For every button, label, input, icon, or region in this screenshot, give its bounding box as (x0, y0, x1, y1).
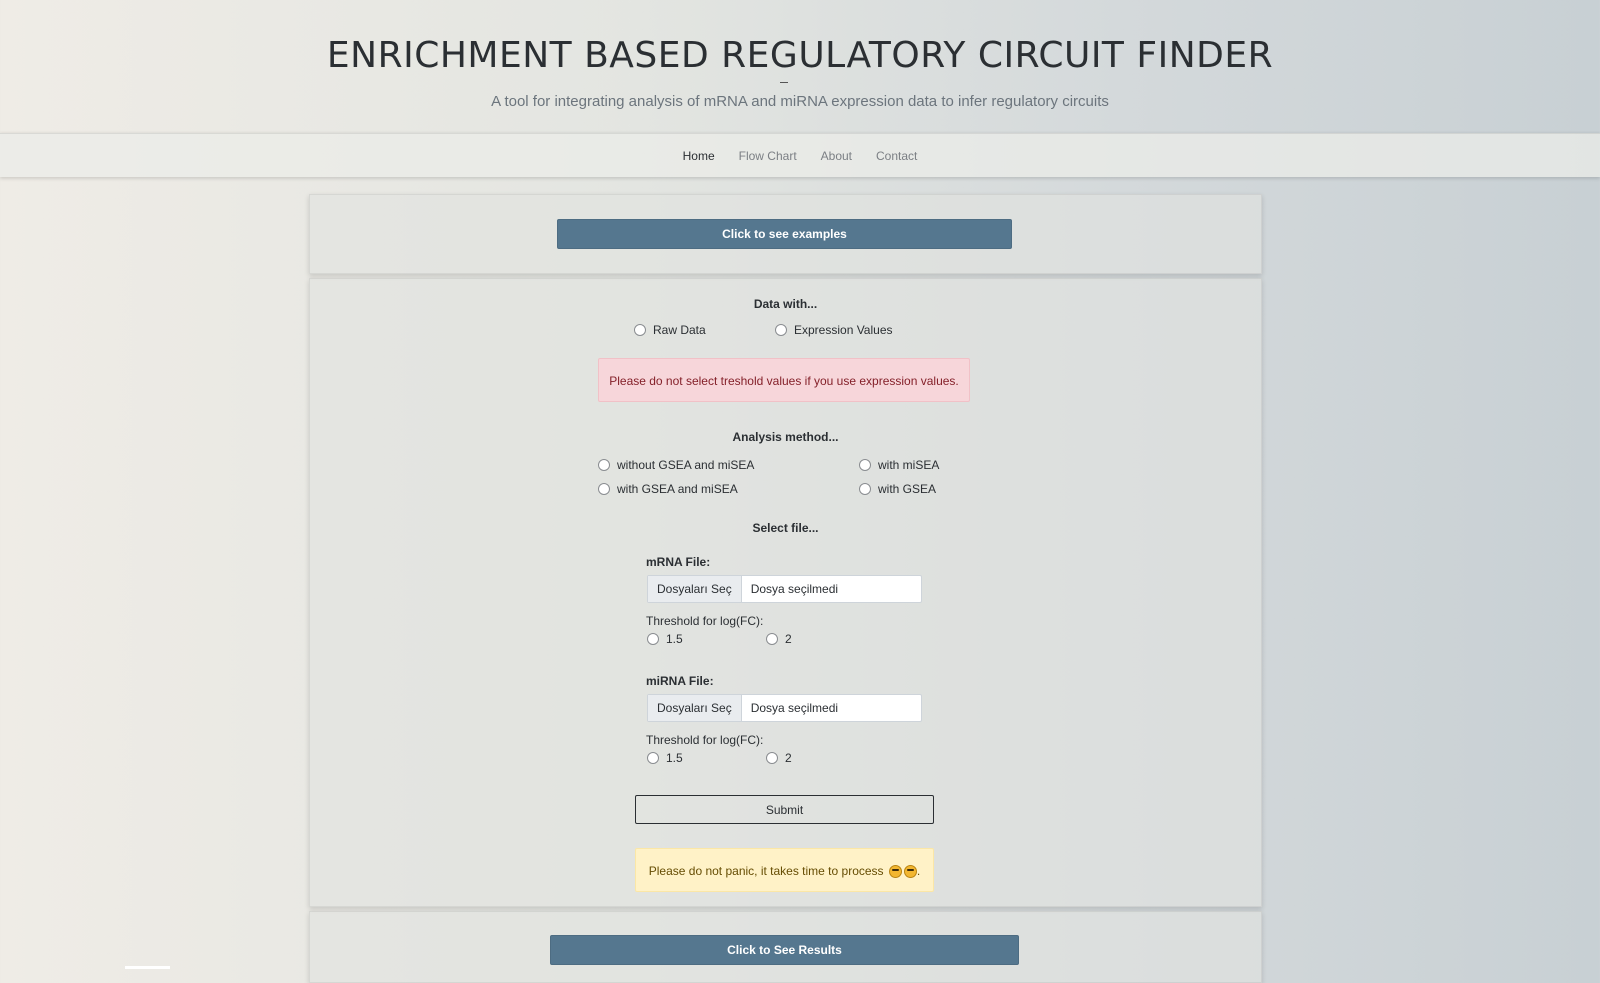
with-gsea-radio[interactable]: with GSEA (859, 482, 936, 496)
without-gsea-misea-radio[interactable]: without GSEA and miSEA (598, 458, 754, 472)
mrna-file-input[interactable]: Dosyaları Seç Dosya seçilmedi (647, 575, 922, 603)
mrna-choose-files-button[interactable]: Dosyaları Seç (648, 576, 742, 602)
radio-circle-icon (766, 752, 778, 764)
mirna-choose-files-button[interactable]: Dosyaları Seç (648, 695, 742, 721)
with-gsea-misea-label: with GSEA and miSEA (617, 482, 738, 496)
mrna-file-status: Dosya seçilmedi (750, 582, 839, 596)
mirna-threshold-1-5-radio[interactable]: 1.5 (647, 751, 683, 765)
mirna-file-status: Dosya seçilmedi (750, 701, 839, 715)
mirna-threshold-2-radio[interactable]: 2 (766, 751, 792, 765)
radio-circle-icon (647, 752, 659, 764)
navbar: Home Flow Chart About Contact (0, 133, 1600, 177)
processing-note-alert: Please do not panic, it takes time to pr… (635, 848, 934, 892)
page-title: ENRICHMENT BASED REGULATORY CIRCUIT FIND… (326, 35, 1274, 76)
radio-circle-icon (859, 459, 871, 471)
mirna-file-label: miRNA File: (646, 674, 714, 688)
mrna-threshold-2-radio[interactable]: 2 (766, 632, 792, 646)
radio-circle-icon (598, 459, 610, 471)
mirna-threshold-2-label: 2 (785, 751, 792, 765)
without-gsea-misea-label: without GSEA and miSEA (617, 458, 755, 472)
expression-values-label: Expression Values (794, 323, 893, 337)
nav-list: Home Flow Chart About Contact (0, 134, 1600, 177)
analysis-form-card: Data with... Raw Data Expression Values … (309, 278, 1262, 907)
with-misea-label: with miSEA (878, 458, 940, 472)
page-subtitle: A tool for integrating analysis of mRNA … (491, 93, 1109, 110)
radio-circle-icon (647, 633, 659, 645)
site-header: ENRICHMENT BASED REGULATORY CIRCUIT FIND… (0, 0, 1600, 132)
with-gsea-misea-radio[interactable]: with GSEA and miSEA (598, 482, 738, 496)
smiling-face-with-halo-icon (888, 865, 902, 878)
raw-data-label: Raw Data (653, 323, 706, 337)
nav-contact-link[interactable]: Contact (864, 149, 929, 163)
mrna-file-label: mRNA File: (646, 555, 711, 569)
see-examples-button[interactable]: Click to see examples (557, 219, 1012, 249)
mirna-threshold-1-5-label: 1.5 (666, 751, 683, 765)
data-with-heading: Data with... (753, 297, 818, 311)
expression-values-radio[interactable]: Expression Values (775, 323, 893, 337)
submit-button[interactable]: Submit (635, 795, 934, 824)
select-file-heading: Select file... (752, 521, 819, 535)
analysis-method-heading: Analysis method... (732, 430, 839, 444)
results-card: Click to See Results (309, 911, 1262, 983)
with-gsea-label: with GSEA (878, 482, 937, 496)
radio-circle-icon (775, 324, 787, 336)
mrna-threshold-2-label: 2 (785, 632, 792, 646)
mirna-threshold-label: Threshold for log(FC): (646, 733, 764, 747)
threshold-warning-alert: Please do not select treshold values if … (598, 358, 970, 402)
nav-home-link[interactable]: Home (671, 149, 727, 163)
nav-flow-chart-link[interactable]: Flow Chart (727, 149, 809, 163)
mrna-threshold-1-5-label: 1.5 (666, 632, 683, 646)
see-results-button[interactable]: Click to See Results (550, 935, 1019, 965)
radio-circle-icon (766, 633, 778, 645)
radio-circle-icon (634, 324, 646, 336)
with-misea-radio[interactable]: with miSEA (859, 458, 939, 472)
nerd-face-icon (903, 865, 917, 878)
processing-note-text: Please do not panic, it takes time to pr… (648, 864, 884, 878)
examples-card: Click to see examples (309, 194, 1262, 274)
mrna-threshold-1-5-radio[interactable]: 1.5 (647, 632, 683, 646)
nav-about-link[interactable]: About (809, 149, 864, 163)
raw-data-radio[interactable]: Raw Data (634, 323, 706, 337)
title-divider (780, 82, 788, 83)
radio-circle-icon (859, 483, 871, 495)
radio-circle-icon (598, 483, 610, 495)
mirna-file-input[interactable]: Dosyaları Seç Dosya seçilmedi (647, 694, 922, 722)
mrna-threshold-label: Threshold for log(FC): (646, 614, 764, 628)
